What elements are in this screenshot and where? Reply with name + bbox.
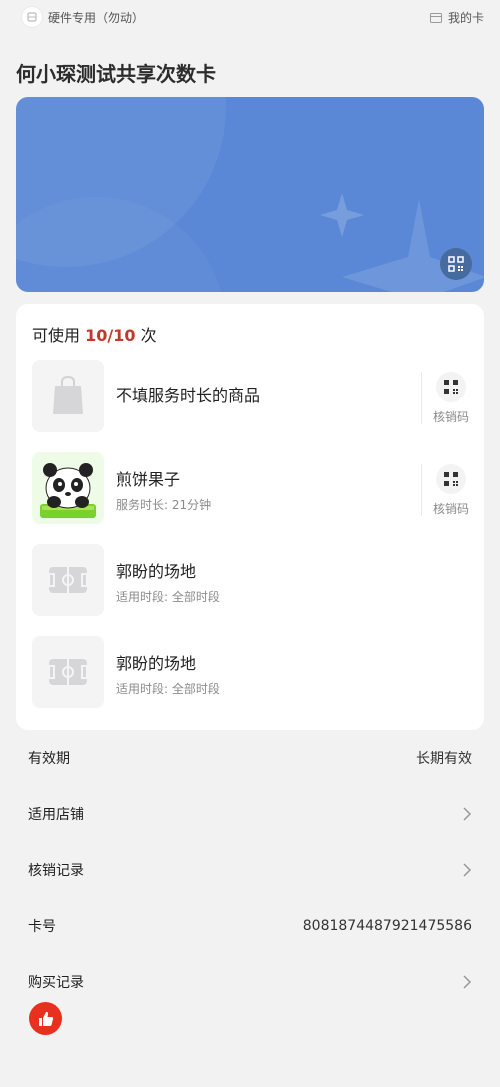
item-subtitle: 适用时段: 全部时段 (116, 590, 220, 604)
validity-row: 有效期 长期有效 (28, 730, 472, 786)
panda-image (32, 452, 104, 524)
list-item[interactable]: 郭盼的场地 适用时段: 全部时段 (32, 636, 468, 708)
card-number-row: 卡号 8081874487921475586 (28, 898, 472, 954)
chevron-right-icon (463, 863, 472, 877)
my-card-label: 我的卡 (447, 11, 484, 25)
qr-code-icon[interactable] (440, 248, 472, 280)
verify-label: 核销码 (432, 502, 469, 516)
thumbs-up-icon[interactable] (29, 1002, 62, 1035)
hardware-icon[interactable] (22, 7, 42, 27)
usage-count: 可使用 10/10 次 (32, 322, 157, 346)
qr-code-icon (436, 464, 466, 494)
top-bar: 硬件专用（勿动） 我的卡 (0, 0, 500, 34)
stores-row[interactable]: 适用店铺 (28, 786, 472, 842)
item-name: 煎饼果子 (116, 470, 181, 489)
verify-code-button[interactable]: 核销码 (421, 464, 480, 516)
page-title: 何小琛测试共享次数卡 (16, 62, 216, 86)
banner-decoration (16, 97, 484, 292)
item-subtitle: 服务时长: 21分钟 (116, 498, 212, 512)
list-item[interactable]: 郭盼的场地 适用时段: 全部时段 (32, 544, 468, 616)
field-icon (32, 544, 104, 616)
card-number-label: 卡号 (28, 919, 56, 935)
chevron-right-icon (463, 975, 472, 989)
usage-prefix: 可使用 (32, 326, 81, 345)
item-name: 郭盼的场地 (116, 562, 197, 581)
usage-suffix: 次 (140, 326, 157, 345)
items-panel: 可使用 10/10 次 不填服务时长的商品 核销码 煎饼果子 服务时长: 21分… (16, 304, 484, 730)
shopping-bag-icon (32, 360, 104, 432)
item-name: 郭盼的场地 (116, 654, 197, 673)
hardware-label: 硬件专用（勿动） (48, 11, 145, 25)
records-row[interactable]: 核销记录 (28, 842, 472, 898)
card-icon (429, 12, 442, 23)
field-icon (32, 636, 104, 708)
stores-label: 适用店铺 (28, 807, 84, 823)
item-name: 不填服务时长的商品 (116, 386, 261, 405)
verify-label: 核销码 (432, 410, 469, 424)
chevron-right-icon (463, 807, 472, 821)
card-banner (16, 97, 484, 292)
verify-code-button[interactable]: 核销码 (421, 372, 480, 424)
list-item[interactable]: 煎饼果子 服务时长: 21分钟 核销码 (32, 452, 469, 524)
records-label: 核销记录 (28, 863, 84, 879)
usage-number: 10/10 (85, 326, 136, 345)
validity-label: 有效期 (28, 751, 70, 767)
item-subtitle: 适用时段: 全部时段 (116, 682, 220, 696)
purchase-label: 购买记录 (28, 975, 84, 991)
card-number-value: 8081874487921475586 (302, 918, 472, 934)
validity-value: 长期有效 (416, 751, 472, 767)
qr-code-icon (436, 372, 466, 402)
list-item[interactable]: 不填服务时长的商品 核销码 (32, 360, 469, 432)
purchase-row[interactable]: 购买记录 (28, 954, 472, 1010)
my-card-link[interactable]: 我的卡 (429, 9, 484, 26)
